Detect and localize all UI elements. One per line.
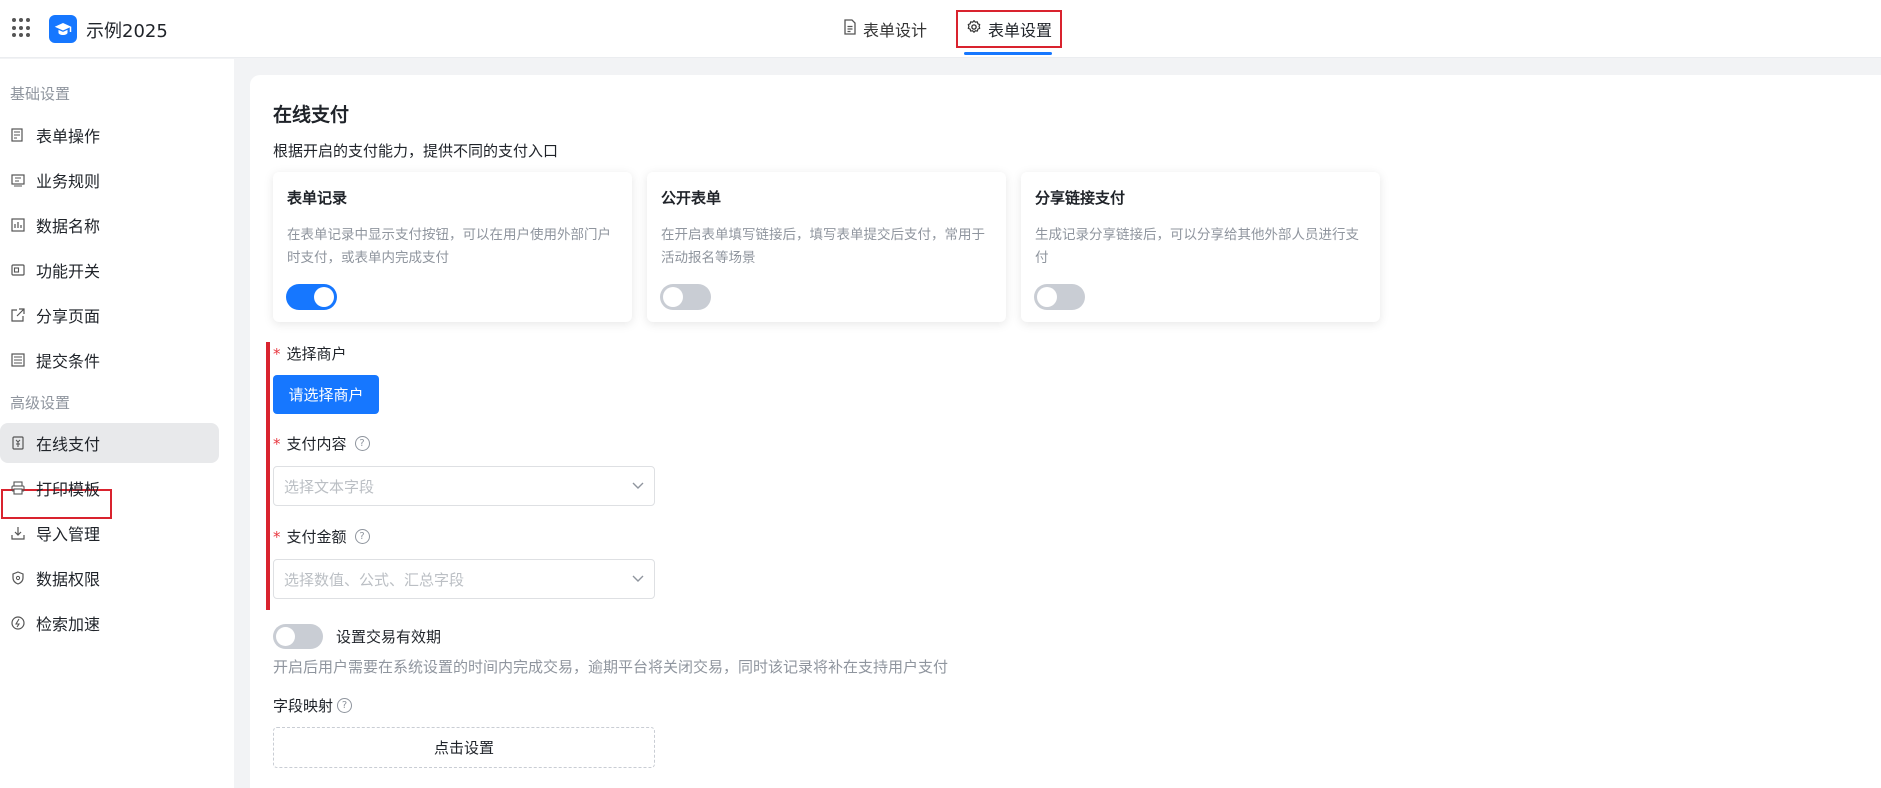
card-description: 在开启表单填写链接后，填写表单提交后支付，常用于活动报名等场景 <box>661 227 985 266</box>
tab-form-design[interactable]: 表单设计 <box>843 16 927 42</box>
top-bar: 示例2025 表单设计 表单设置 <box>0 0 1881 58</box>
card-description: 在表单记录中显示支付按钮，可以在用户使用外部门户时支付，或表单内完成支付 <box>287 227 611 266</box>
sidebar-item-label: 导入管理 <box>36 525 101 544</box>
shield-icon <box>10 570 26 586</box>
graduation-cap-icon <box>49 15 77 43</box>
card-title: 分享链接支付 <box>1035 189 1126 207</box>
payment-content-select[interactable]: 选择文本字段 <box>273 466 655 506</box>
sidebar-item-label: 检索加速 <box>36 615 101 634</box>
document-icon <box>843 19 857 39</box>
form-action-icon <box>10 127 26 143</box>
required-mark: * <box>273 344 281 363</box>
printer-icon <box>10 480 26 496</box>
public-form-toggle[interactable] <box>660 284 711 310</box>
merchant-label: * 选择商户 <box>273 343 347 364</box>
card-share-link-payment: 分享链接支付 生成记录分享链接后，可以分享给其他外部人员进行支付 <box>1021 172 1380 322</box>
sidebar-item-data-permissions[interactable]: 数据权限 <box>0 558 219 598</box>
help-icon[interactable]: ? <box>354 436 370 451</box>
sidebar-item-submit-conditions[interactable]: 提交条件 <box>0 340 219 380</box>
share-icon <box>10 307 26 323</box>
merchant-label-text: 选择商户 <box>286 345 347 363</box>
required-mark: * <box>273 527 281 546</box>
select-placeholder: 选择数值、公式、汇总字段 <box>284 570 465 589</box>
field-mapping-label-text: 字段映射 <box>273 697 334 715</box>
select-placeholder: 选择文本字段 <box>284 477 375 496</box>
page-title: 在线支付 <box>273 104 350 126</box>
tab-label: 表单设计 <box>863 21 928 40</box>
sidebar-item-feature-switches[interactable]: 功能开关 <box>0 250 219 290</box>
tab-form-settings[interactable]: 表单设置 <box>956 10 1063 48</box>
sidebar-item-form-actions[interactable]: 表单操作 <box>0 115 219 155</box>
payment-content-label-text: 支付内容 <box>286 435 347 453</box>
payment-content-label: * 支付内容 ? <box>273 433 370 454</box>
highlight-bar <box>266 342 270 610</box>
data-name-icon <box>10 217 26 233</box>
transaction-expiry-toggle[interactable] <box>273 624 323 649</box>
transaction-expiry-description: 开启后用户需要在系统设置的时间内完成交易，逾期平台将关闭交易，同时该记录将补在支… <box>273 658 949 676</box>
switch-icon <box>10 262 26 278</box>
sidebar-item-label: 打印模板 <box>36 480 101 499</box>
section-advanced-settings: 高级设置 <box>10 394 71 412</box>
sidebar-item-data-name[interactable]: 数据名称 <box>0 205 219 245</box>
chevron-down-icon <box>632 572 644 587</box>
field-mapping-button[interactable]: 点击设置 <box>273 727 655 768</box>
payment-amount-label-text: 支付金额 <box>286 528 347 546</box>
card-form-record: 表单记录 在表单记录中显示支付按钮，可以在用户使用外部门户时支付，或表单内完成支… <box>273 172 632 322</box>
payment-icon <box>10 435 26 451</box>
share-link-toggle[interactable] <box>1034 284 1085 310</box>
sidebar-item-print-template[interactable]: 打印模板 <box>0 468 219 508</box>
form-record-toggle[interactable] <box>286 284 337 310</box>
rule-icon <box>10 172 26 188</box>
main-panel: 在线支付 根据开启的支付能力，提供不同的支付入口 表单记录 在表单记录中显示支付… <box>250 75 1881 788</box>
required-mark: * <box>273 434 281 453</box>
sidebar-item-label: 分享页面 <box>36 307 101 326</box>
section-basic-settings: 基础设置 <box>10 85 71 103</box>
sidebar-item-label: 数据权限 <box>36 570 101 589</box>
gear-icon <box>966 19 982 39</box>
active-tab-indicator <box>964 52 1052 55</box>
sidebar-item-share-page[interactable]: 分享页面 <box>0 295 219 335</box>
import-icon <box>10 525 26 541</box>
sidebar-item-search-acceleration[interactable]: 检索加速 <box>0 603 219 643</box>
card-title: 公开表单 <box>661 189 722 207</box>
select-merchant-button[interactable]: 请选择商户 <box>273 375 379 414</box>
field-mapping-label: 字段映射 ? <box>273 695 353 716</box>
help-icon[interactable]: ? <box>354 529 370 544</box>
chevron-down-icon <box>632 479 644 494</box>
app-title: 示例2025 <box>86 21 168 42</box>
sidebar-item-label: 功能开关 <box>36 262 101 281</box>
sidebar-item-import-management[interactable]: 导入管理 <box>0 513 219 553</box>
card-description: 生成记录分享链接后，可以分享给其他外部人员进行支付 <box>1035 227 1359 266</box>
app-grid-icon[interactable] <box>12 18 32 38</box>
transaction-expiry-label: 设置交易有效期 <box>336 628 442 646</box>
sidebar-item-label: 表单操作 <box>36 127 101 146</box>
help-icon[interactable]: ? <box>337 698 353 713</box>
tab-label: 表单设置 <box>988 21 1053 40</box>
sidebar-item-label: 提交条件 <box>36 352 101 371</box>
sidebar-item-online-payment[interactable]: 在线支付 <box>0 423 219 463</box>
sidebar-item-label: 在线支付 <box>36 435 101 454</box>
sidebar-item-business-rules[interactable]: 业务规则 <box>0 160 219 200</box>
sidebar-item-label: 业务规则 <box>36 172 101 191</box>
speed-icon <box>10 615 26 631</box>
card-public-form: 公开表单 在开启表单填写链接后，填写表单提交后支付，常用于活动报名等场景 <box>647 172 1006 322</box>
page-description: 根据开启的支付能力，提供不同的支付入口 <box>273 142 559 160</box>
sidebar: 基础设置 表单操作 业务规则 数据名称 功能开关 分享页面 提交条件 高级设置 … <box>0 59 234 788</box>
list-icon <box>10 352 26 368</box>
sidebar-item-label: 数据名称 <box>36 217 101 236</box>
card-title: 表单记录 <box>287 189 348 207</box>
payment-amount-label: * 支付金额 ? <box>273 526 370 547</box>
payment-amount-select[interactable]: 选择数值、公式、汇总字段 <box>273 559 655 599</box>
